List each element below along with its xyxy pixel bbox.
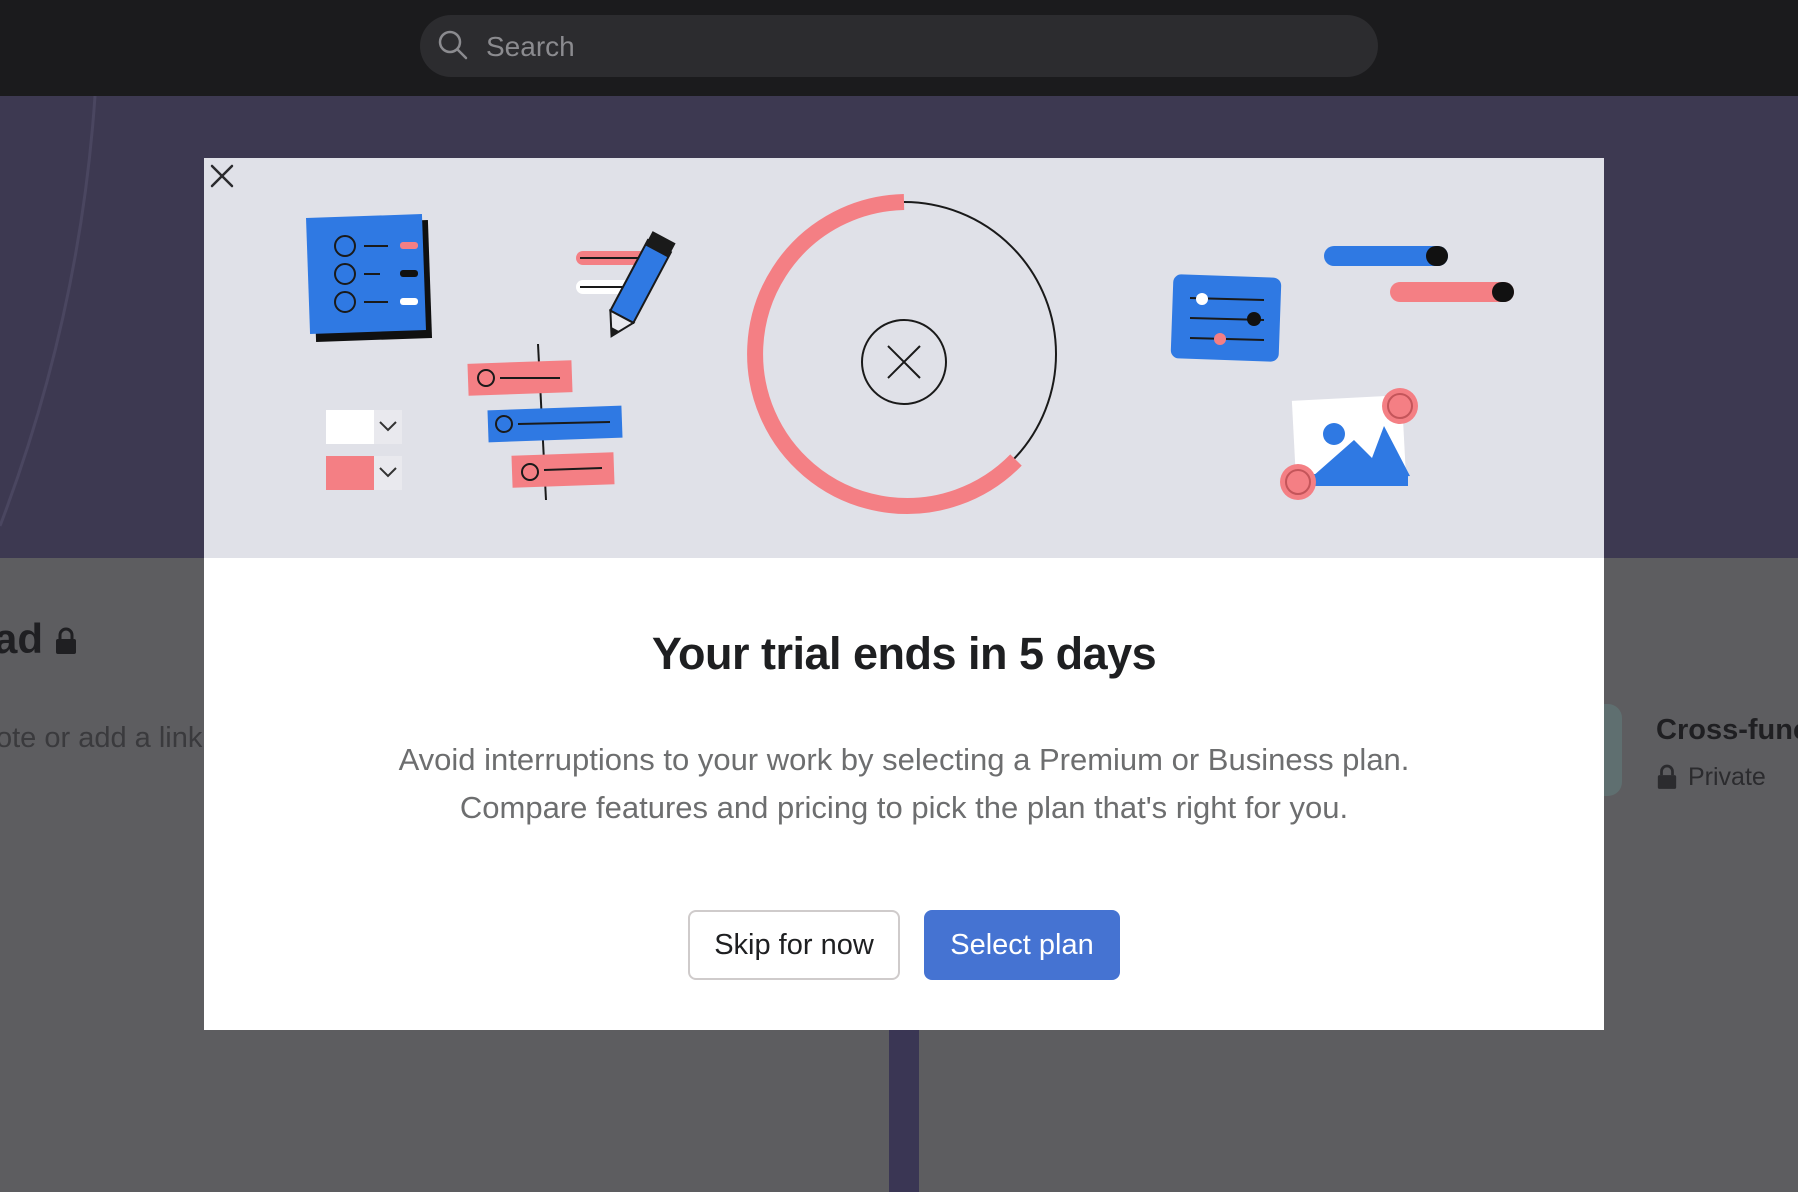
banner-decoration bbox=[0, 96, 97, 527]
privacy-label: Private bbox=[1688, 763, 1766, 791]
pencil-illustration bbox=[576, 231, 676, 338]
close-icon[interactable] bbox=[204, 158, 240, 194]
modal-body: Avoid interruptions to your work by sele… bbox=[284, 736, 1524, 832]
trial-illustration bbox=[306, 194, 1514, 514]
search-input[interactable]: Search bbox=[486, 27, 575, 67]
modal-body-line-2: Compare features and pricing to pick the… bbox=[459, 790, 1349, 825]
modal-title: Your trial ends in 5 days bbox=[651, 628, 1157, 679]
modal-body-line-1: Avoid interruptions to your work by sele… bbox=[398, 742, 1410, 777]
timeline-connector bbox=[889, 1030, 919, 1192]
side-project-title[interactable]: Cross-func bbox=[1656, 710, 1798, 750]
lock-icon bbox=[56, 627, 76, 654]
skip-for-now-button[interactable]: Skip for now bbox=[688, 910, 900, 980]
trial-ending-modal: Your trial ends in 5 days Avoid interrup… bbox=[204, 158, 1604, 1030]
image-card-illustration bbox=[1280, 388, 1418, 500]
modal-illustration bbox=[204, 158, 1604, 558]
timeline-illustration bbox=[467, 343, 623, 501]
dropdown-illustration bbox=[326, 410, 402, 490]
top-bar: Search bbox=[0, 0, 1798, 96]
select-plan-button[interactable]: Select plan bbox=[924, 910, 1120, 980]
note-placeholder[interactable]: ote or add a link bbox=[0, 718, 202, 758]
lock-icon bbox=[1657, 764, 1677, 789]
settings-card-illustration bbox=[1170, 274, 1282, 362]
search-icon bbox=[438, 30, 468, 60]
project-title: ad bbox=[0, 615, 44, 662]
progress-pills-illustration bbox=[1324, 246, 1514, 302]
countdown-ring-illustration bbox=[747, 194, 1057, 514]
checklist-illustration bbox=[306, 214, 433, 342]
